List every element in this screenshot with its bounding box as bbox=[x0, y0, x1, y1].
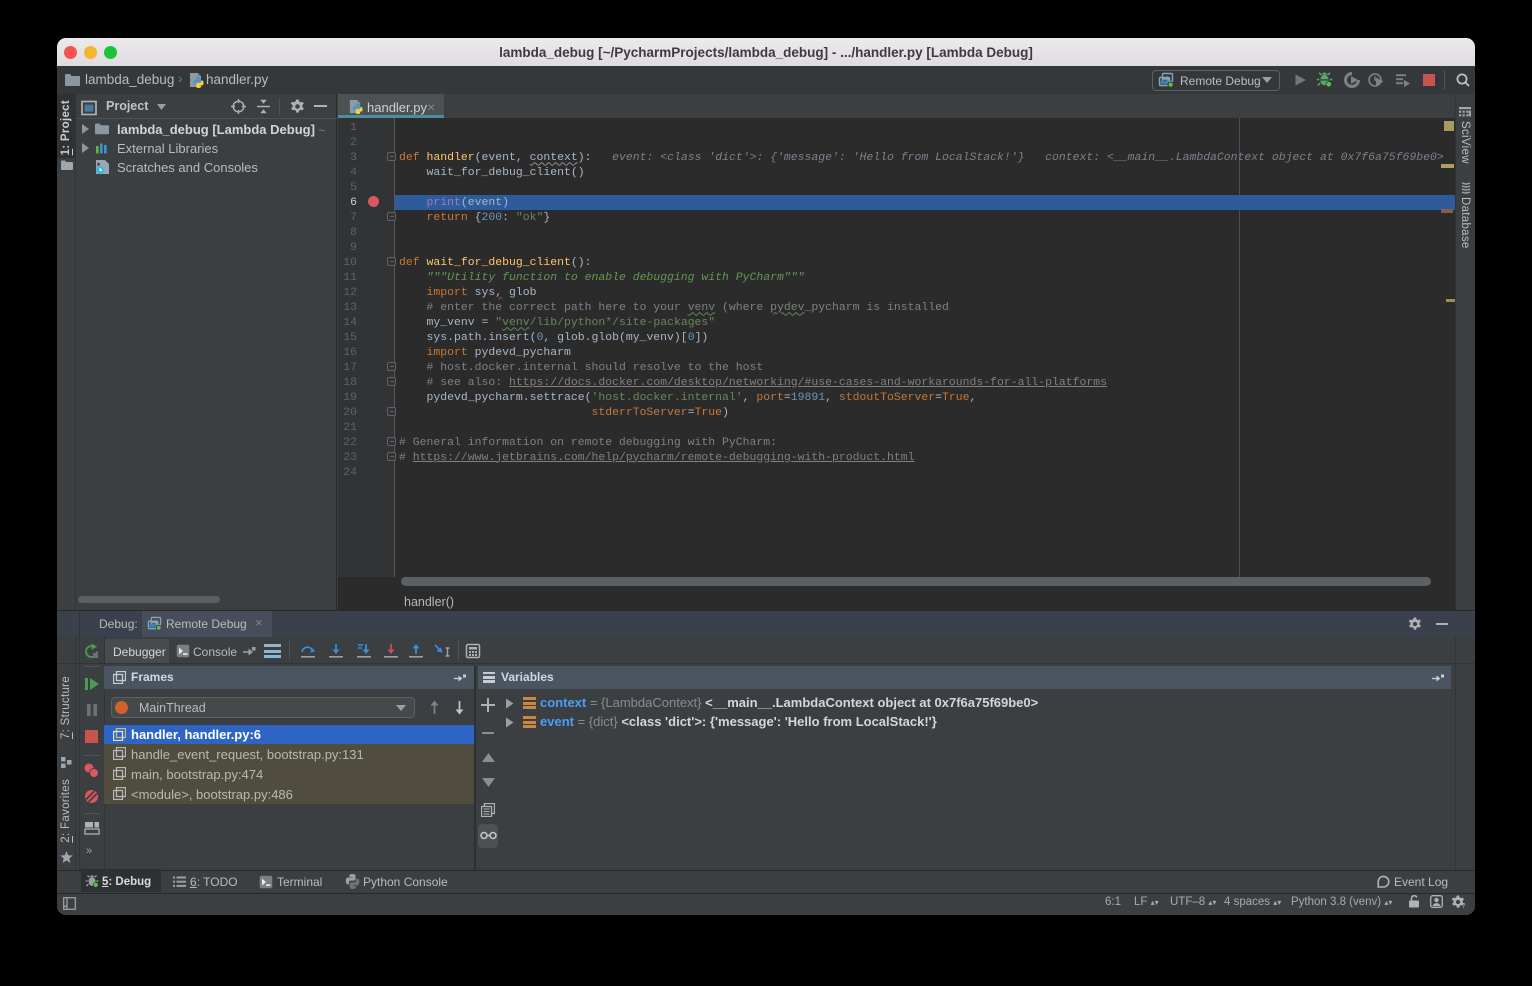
svg-text:?: ? bbox=[1461, 901, 1465, 909]
